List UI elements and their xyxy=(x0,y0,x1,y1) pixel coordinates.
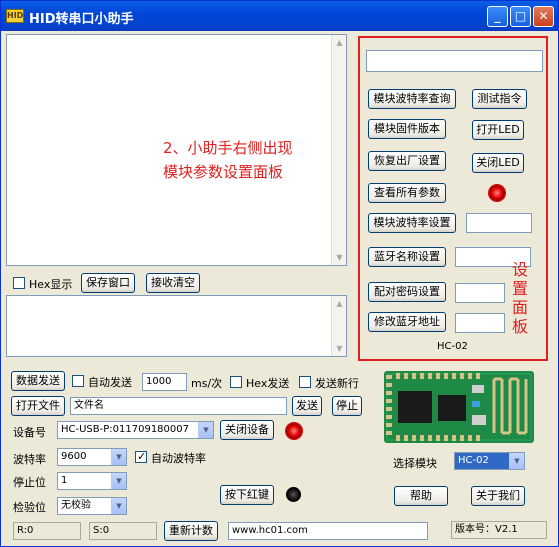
key-status-led-icon xyxy=(286,487,301,502)
set-pair-password-button[interactable]: 配对密码设置 xyxy=(368,282,446,302)
send-newline-checkbox[interactable] xyxy=(299,376,311,388)
auto-send-checkbox[interactable] xyxy=(72,375,84,387)
rx-counter: R:0 xyxy=(13,522,81,540)
auto-send-label: 自动发送 xyxy=(88,376,132,389)
side-label-2: 置 xyxy=(512,279,529,298)
view-all-params-button[interactable]: 查看所有参数 xyxy=(368,183,446,203)
annotation-line-1: 2、小助手右侧出现 xyxy=(163,139,293,157)
module-select[interactable]: HC-02 ▼ xyxy=(454,452,525,470)
scroll-down-icon[interactable]: ▼ xyxy=(332,341,347,356)
device-status-led-icon xyxy=(286,423,302,439)
chevron-down-icon[interactable]: ▼ xyxy=(111,473,126,489)
led-indicator-icon xyxy=(489,185,505,201)
query-baud-button[interactable]: 模块波特率查询 xyxy=(368,89,456,109)
parity-select[interactable]: 无校验 ▼ xyxy=(57,497,127,515)
send-textarea[interactable]: ▲ ▼ xyxy=(6,295,347,357)
about-us-button[interactable]: 关于我们 xyxy=(471,486,525,506)
close-device-button[interactable]: 关闭设备 xyxy=(220,420,274,440)
device-label: 设备号 xyxy=(13,426,46,439)
auto-baud-checkbox[interactable] xyxy=(135,450,147,463)
open-led-button[interactable]: 打开LED xyxy=(472,120,524,140)
firmware-version-button[interactable]: 模块固件版本 xyxy=(368,119,446,139)
change-bt-address-button[interactable]: 修改蓝牙地址 xyxy=(368,312,446,332)
baud-label: 波特率 xyxy=(13,453,46,466)
command-input[interactable] xyxy=(366,50,543,72)
chevron-down-icon[interactable]: ▼ xyxy=(111,498,126,514)
reset-count-button[interactable]: 重新计数 xyxy=(164,521,218,541)
interval-unit-label: ms/次 xyxy=(191,377,223,390)
help-button[interactable]: 帮助 xyxy=(394,486,448,506)
scroll-up-icon[interactable]: ▲ xyxy=(332,35,347,50)
app-window: HID HID转串口小助手 _ □ ✕ ▲ ▼ 2、小助手右侧出现 模块参数设置… xyxy=(0,0,559,547)
version-label: 版本号：V2.1 xyxy=(451,521,547,539)
chevron-down-icon[interactable]: ▼ xyxy=(509,453,524,469)
stop-bits-label: 停止位 xyxy=(13,476,46,489)
parity-label: 检验位 xyxy=(13,501,46,514)
send-data-button[interactable]: 数据发送 xyxy=(11,371,65,391)
maximize-button[interactable]: □ xyxy=(510,6,531,27)
open-file-button[interactable]: 打开文件 xyxy=(11,396,65,416)
device-select[interactable]: HC-USB-P:011709180007 ▼ xyxy=(57,421,214,439)
hex-display-checkbox[interactable] xyxy=(13,277,25,289)
hex-send-checkbox[interactable] xyxy=(230,376,242,388)
device-value: HC-USB-P:011709180007 xyxy=(61,424,189,435)
send-file-button[interactable]: 发送 xyxy=(292,396,322,416)
receive-scrollbar[interactable]: ▲ ▼ xyxy=(331,35,346,265)
interval-input[interactable]: 1000 xyxy=(142,373,187,391)
website-field: www.hc01.com xyxy=(228,522,428,540)
press-red-key-button[interactable]: 按下红键 xyxy=(220,485,274,505)
panel-footer-label: HC-02 xyxy=(437,341,468,352)
clear-receive-button[interactable]: 接收清空 xyxy=(146,273,200,293)
chevron-down-icon[interactable]: ▼ xyxy=(198,422,213,438)
stop-bits-select[interactable]: 1 ▼ xyxy=(57,472,127,490)
stop-button[interactable]: 停止 xyxy=(332,396,362,416)
app-icon: HID xyxy=(6,9,24,23)
scroll-down-icon[interactable]: ▼ xyxy=(332,250,347,265)
restore-factory-button[interactable]: 恢复出厂设置 xyxy=(368,151,446,171)
parity-value: 无校验 xyxy=(61,500,91,511)
pair-password-input[interactable] xyxy=(455,283,505,303)
send-newline-label: 发送新行 xyxy=(315,377,359,390)
select-module-label: 选择模块 xyxy=(393,457,437,470)
close-button[interactable]: ✕ xyxy=(533,6,554,27)
bt-address-input[interactable] xyxy=(455,313,505,333)
module-value: HC-02 xyxy=(458,455,489,466)
hex-display-label: Hex显示 xyxy=(29,278,73,291)
annotation-line-2: 模块参数设置面板 xyxy=(163,163,284,181)
scroll-up-icon[interactable]: ▲ xyxy=(332,296,347,311)
minimize-button[interactable]: _ xyxy=(487,6,508,27)
close-led-button[interactable]: 关闭LED xyxy=(472,153,524,173)
baud-value: 9600 xyxy=(61,451,87,462)
side-label-4: 板 xyxy=(512,317,529,336)
baud-setting-input[interactable] xyxy=(466,213,532,233)
save-window-button[interactable]: 保存窗口 xyxy=(81,273,135,293)
auto-baud-label: 自动波特率 xyxy=(151,452,206,465)
set-baud-button[interactable]: 模块波特率设置 xyxy=(368,213,456,233)
test-command-button[interactable]: 测试指令 xyxy=(472,89,527,109)
bluetooth-module-image-icon xyxy=(384,371,534,443)
side-label-3: 面 xyxy=(512,298,529,317)
send-scrollbar[interactable]: ▲ ▼ xyxy=(331,296,346,356)
tx-counter: S:0 xyxy=(89,522,157,540)
side-label-1: 设 xyxy=(512,260,529,279)
hex-send-label: Hex发送 xyxy=(246,377,290,390)
chevron-down-icon[interactable]: ▼ xyxy=(111,449,126,465)
baud-select[interactable]: 9600 ▼ xyxy=(57,448,127,466)
set-bt-name-button[interactable]: 蓝牙名称设置 xyxy=(368,247,446,267)
stop-bits-value: 1 xyxy=(61,475,68,486)
file-name-input[interactable]: 文件名 xyxy=(70,397,287,415)
title-bar[interactable]: HID HID转串口小助手 _ □ ✕ xyxy=(1,1,558,31)
window-title: HID转串口小助手 xyxy=(29,12,134,27)
